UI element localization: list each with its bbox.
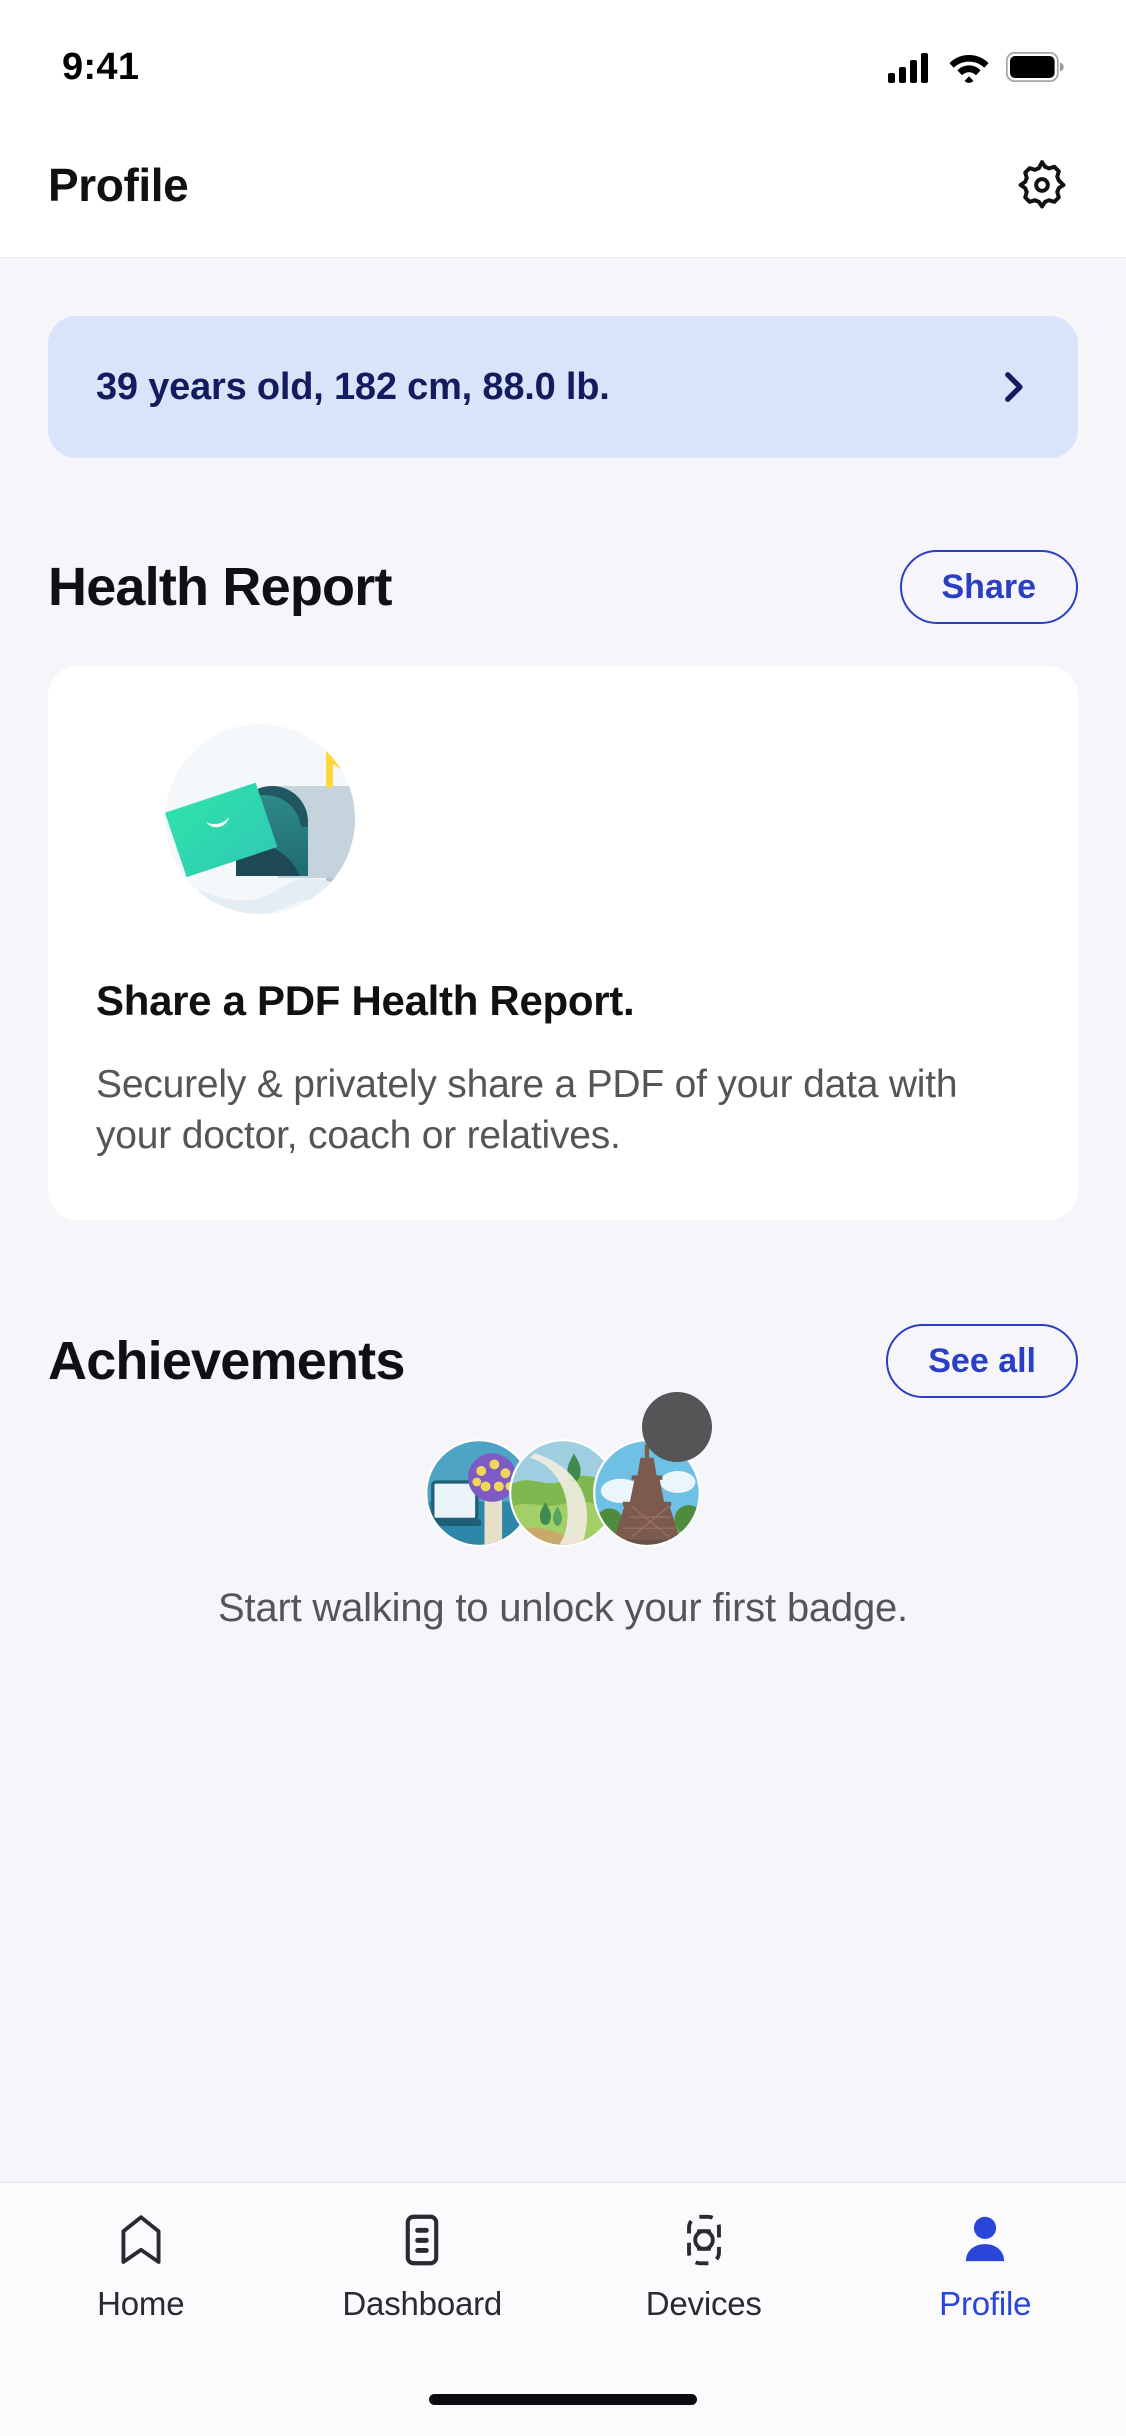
gear-icon: [1018, 159, 1066, 208]
health-report-title: Health Report: [48, 557, 392, 617]
home-icon: [121, 2215, 161, 2264]
tab-home[interactable]: Home: [31, 2209, 251, 2323]
tab-devices[interactable]: Devices: [594, 2209, 814, 2323]
tab-dashboard[interactable]: Dashboard: [312, 2209, 532, 2323]
card-title: Share a PDF Health Report.: [96, 977, 635, 1024]
tab-profile[interactable]: Profile: [875, 2209, 1095, 2323]
mailbox-envelope-illustration: [165, 724, 355, 914]
status-icon-group: [888, 51, 1064, 83]
phone-screen: 9:41 Profile 39 years old, 182 cm, 88.0 …: [0, 0, 1126, 2436]
status-bar: 9:41: [0, 0, 1126, 112]
page-title: Profile: [48, 158, 189, 211]
health-report-header: Health Report Share: [48, 550, 1078, 624]
badge-eiffel-tower[interactable]: [592, 1438, 702, 1548]
chevron-right-icon: [992, 366, 1034, 408]
achievements-title: Achievements: [48, 1330, 405, 1391]
tab-profile-label: Profile: [939, 2285, 1032, 2322]
health-report-card[interactable]: Share a PDF Health Report. Securely & pr…: [48, 666, 1078, 1220]
battery-icon: [1006, 52, 1064, 82]
card-body-text: Securely & privately share a PDF of your…: [96, 1063, 958, 1158]
home-indicator[interactable]: [429, 2393, 697, 2405]
person-icon: [966, 2216, 1005, 2262]
scroll-content: 39 years old, 182 cm, 88.0 lb. Health Re…: [0, 258, 1126, 2182]
status-time: 9:41: [62, 45, 140, 88]
user-stats-text: 39 years old, 182 cm, 88.0 lb.: [96, 365, 610, 408]
app-header: Profile: [0, 112, 1126, 258]
watch-icon: [686, 2214, 721, 2266]
cellular-signal-icon: [888, 53, 928, 83]
home-indicator-area: [0, 2362, 1126, 2436]
tab-devices-label: Devices: [645, 2285, 762, 2322]
achievements-caption: Start walking to unlock your first badge…: [218, 1585, 908, 1630]
settings-button[interactable]: [1006, 149, 1078, 221]
tab-dashboard-label: Dashboard: [342, 2285, 503, 2322]
achievement-badge-group: [48, 1438, 1078, 1548]
achievements-header: Achievements See all: [48, 1323, 1078, 1398]
user-stats-banner[interactable]: 39 years old, 182 cm, 88.0 lb.: [48, 316, 1078, 458]
share-button[interactable]: Share: [899, 550, 1078, 624]
tab-home-label: Home: [97, 2285, 185, 2322]
bottom-tab-bar: Home Dashboard Devices Profile: [0, 2182, 1126, 2362]
wifi-icon: [949, 55, 989, 83]
dashboard-icon: [405, 2214, 439, 2266]
see-all-button[interactable]: See all: [886, 1323, 1078, 1398]
